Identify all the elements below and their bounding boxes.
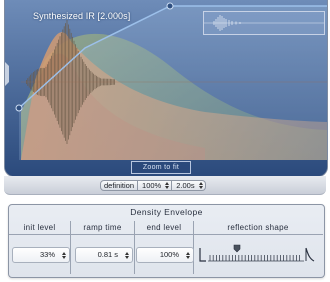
column-divider [134, 234, 135, 274]
ramp-time-header: ramp time [71, 221, 135, 234]
definition-time-value: 2.00s [176, 181, 195, 190]
header-divider [9, 234, 323, 235]
ir-overview-thumbnail[interactable] [203, 11, 325, 35]
end-level-value: 100% [159, 250, 179, 259]
reflection-shape-header: reflection shape [227, 223, 289, 232]
init-level-value: 33% [39, 250, 55, 259]
init-level-field[interactable]: 33% [12, 247, 70, 263]
definition-percent-field[interactable]: 100% [138, 180, 173, 191]
definition-percent-value: 100% [142, 181, 162, 190]
ramp-time-field[interactable]: 0.81 s [75, 247, 133, 263]
definition-time-stepper-icon[interactable] [198, 181, 203, 190]
end-level-field[interactable]: 100% [136, 247, 194, 263]
definition-time-field[interactable]: 2.00s [172, 180, 206, 191]
definition-percent-stepper-icon[interactable] [165, 181, 170, 190]
density-envelope-title: Density Envelope [130, 207, 203, 217]
init-level-header: init level [9, 221, 71, 234]
ir-display[interactable]: Synthesized IR [2.000s] Zoom to fit [4, 0, 328, 177]
init-level-stepper-icon[interactable] [62, 250, 66, 260]
ramp-time-value: 0.81 s [97, 250, 118, 259]
overview-waveform [204, 15, 324, 31]
ramp-time-stepper-icon[interactable] [125, 250, 129, 260]
end-level-stepper-icon[interactable] [186, 250, 190, 260]
reflection-shape-slider[interactable] [196, 239, 318, 271]
zoom-to-fit-button[interactable]: Zoom to fit [131, 161, 191, 174]
definition-label: definition [100, 180, 139, 191]
end-level-header: end level [135, 221, 194, 234]
envelope-node-peak [166, 2, 174, 10]
ir-title: Synthesized IR [2.000s] [33, 11, 131, 21]
envelope-node-start [15, 104, 23, 112]
column-divider [70, 234, 71, 274]
definition-row: definition 100% 2.00s [100, 180, 206, 191]
slider-ticks [209, 255, 300, 261]
slider-thumb[interactable] [233, 244, 241, 253]
steep-shape-icon [199, 248, 206, 262]
smooth-shape-icon [305, 247, 315, 262]
